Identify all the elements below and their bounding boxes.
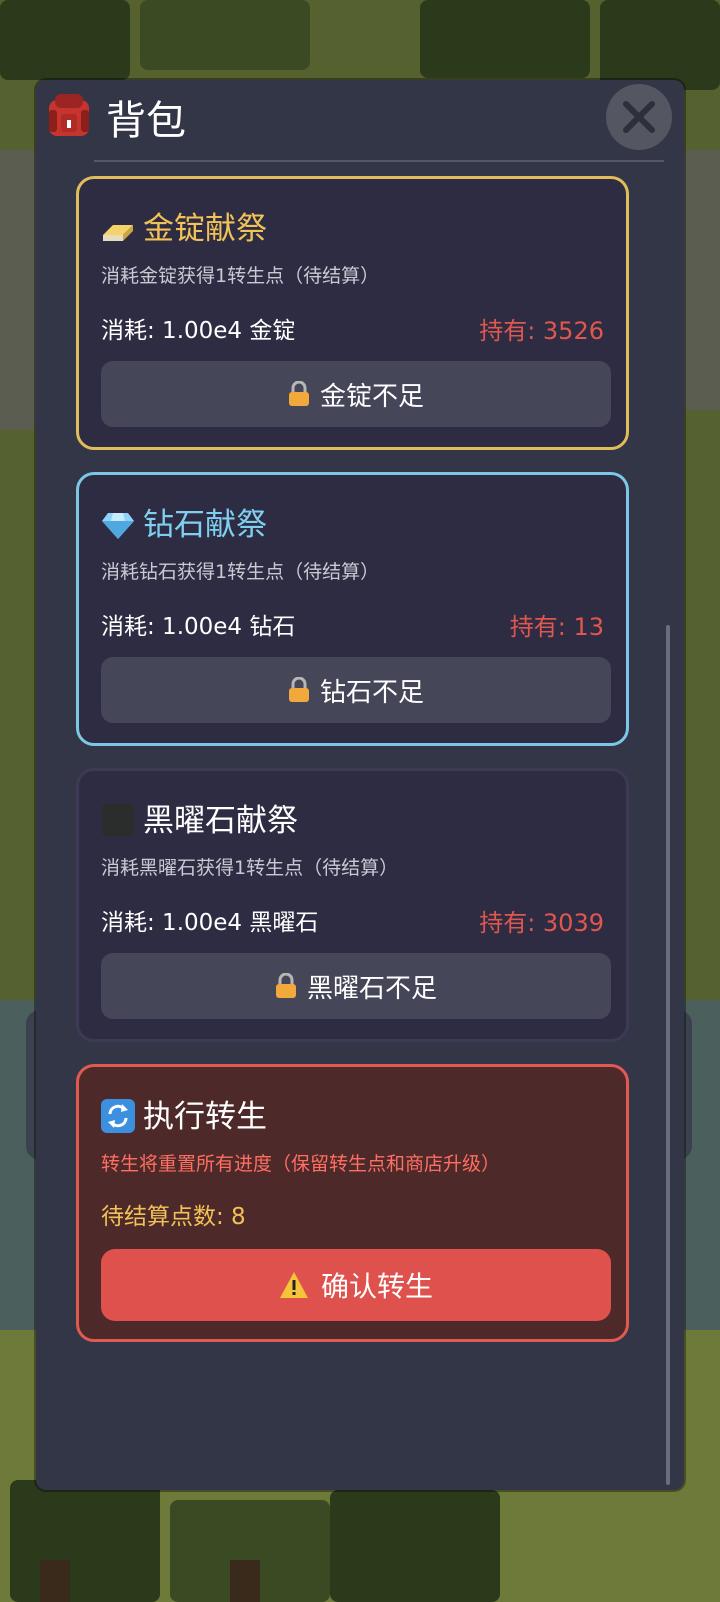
close-icon <box>623 101 655 133</box>
pending-points: 待结算点数: 8 <box>101 1204 246 1230</box>
obsidian-block-icon <box>102 804 134 836</box>
diamond-icon <box>102 513 134 539</box>
card-title: 金锭献祭 <box>143 211 267 247</box>
button-label: 金锭不足 <box>319 381 424 412</box>
button-label: 黑曜石不足 <box>306 973 437 1004</box>
button-label: 钻石不足 <box>319 677 424 708</box>
hold-count: 持有: 13 <box>509 613 604 641</box>
backpack-icon <box>49 94 89 136</box>
backpack-panel: 背包 金锭献祭 消耗金锭获得1转生点（待结算） 消耗: 1.00e4 金锭 持有… <box>36 80 684 1490</box>
card-description: 消耗钻石获得1转生点（待结算） <box>101 561 380 583</box>
rebirth-card: 执行转生 转生将重置所有进度（保留转生点和商店升级） 待结算点数: 8 确认转生 <box>76 1064 629 1342</box>
card-description: 消耗金锭获得1转生点（待结算） <box>101 265 380 287</box>
lock-icon <box>275 973 296 998</box>
rebirth-warning: 转生将重置所有进度（保留转生点和商店升级） <box>101 1153 501 1175</box>
scrollbar[interactable] <box>666 625 670 1485</box>
button-label: 确认转生 <box>320 1270 433 1303</box>
close-button[interactable] <box>606 84 672 150</box>
cost-text: 消耗: 1.00e4 钻石 <box>101 614 296 640</box>
card-description: 消耗黑曜石获得1转生点（待结算） <box>101 857 399 879</box>
panel-header: 背包 <box>36 80 684 162</box>
obsidian-sacrifice-button[interactable]: 黑曜石不足 <box>101 953 611 1019</box>
card-title: 执行转生 <box>143 1099 267 1135</box>
hold-count: 持有: 3039 <box>479 909 604 937</box>
cost-text: 消耗: 1.00e4 金锭 <box>101 318 296 344</box>
hold-count: 持有: 3526 <box>479 317 604 345</box>
obsidian-sacrifice-card: 黑曜石献祭 消耗黑曜石获得1转生点（待结算） 消耗: 1.00e4 黑曜石 持有… <box>76 768 629 1042</box>
diamond-sacrifice-button[interactable]: 钻石不足 <box>101 657 611 723</box>
card-title: 黑曜石献祭 <box>143 803 298 839</box>
lock-icon <box>288 677 309 702</box>
lock-icon <box>288 381 309 406</box>
warning-icon <box>279 1272 308 1298</box>
gold-sacrifice-card: 金锭献祭 消耗金锭获得1转生点（待结算） 消耗: 1.00e4 金锭 持有: 3… <box>76 176 629 450</box>
cost-text: 消耗: 1.00e4 黑曜石 <box>101 910 319 936</box>
diamond-sacrifice-card: 钻石献祭 消耗钻石获得1转生点（待结算） 消耗: 1.00e4 钻石 持有: 1… <box>76 472 629 746</box>
header-divider <box>94 160 664 162</box>
refresh-icon <box>101 1099 135 1133</box>
confirm-rebirth-button[interactable]: 确认转生 <box>101 1249 611 1321</box>
gold-bar-icon <box>103 225 133 241</box>
card-title: 钻石献祭 <box>143 507 267 543</box>
panel-title: 背包 <box>106 98 186 144</box>
gold-sacrifice-button[interactable]: 金锭不足 <box>101 361 611 427</box>
